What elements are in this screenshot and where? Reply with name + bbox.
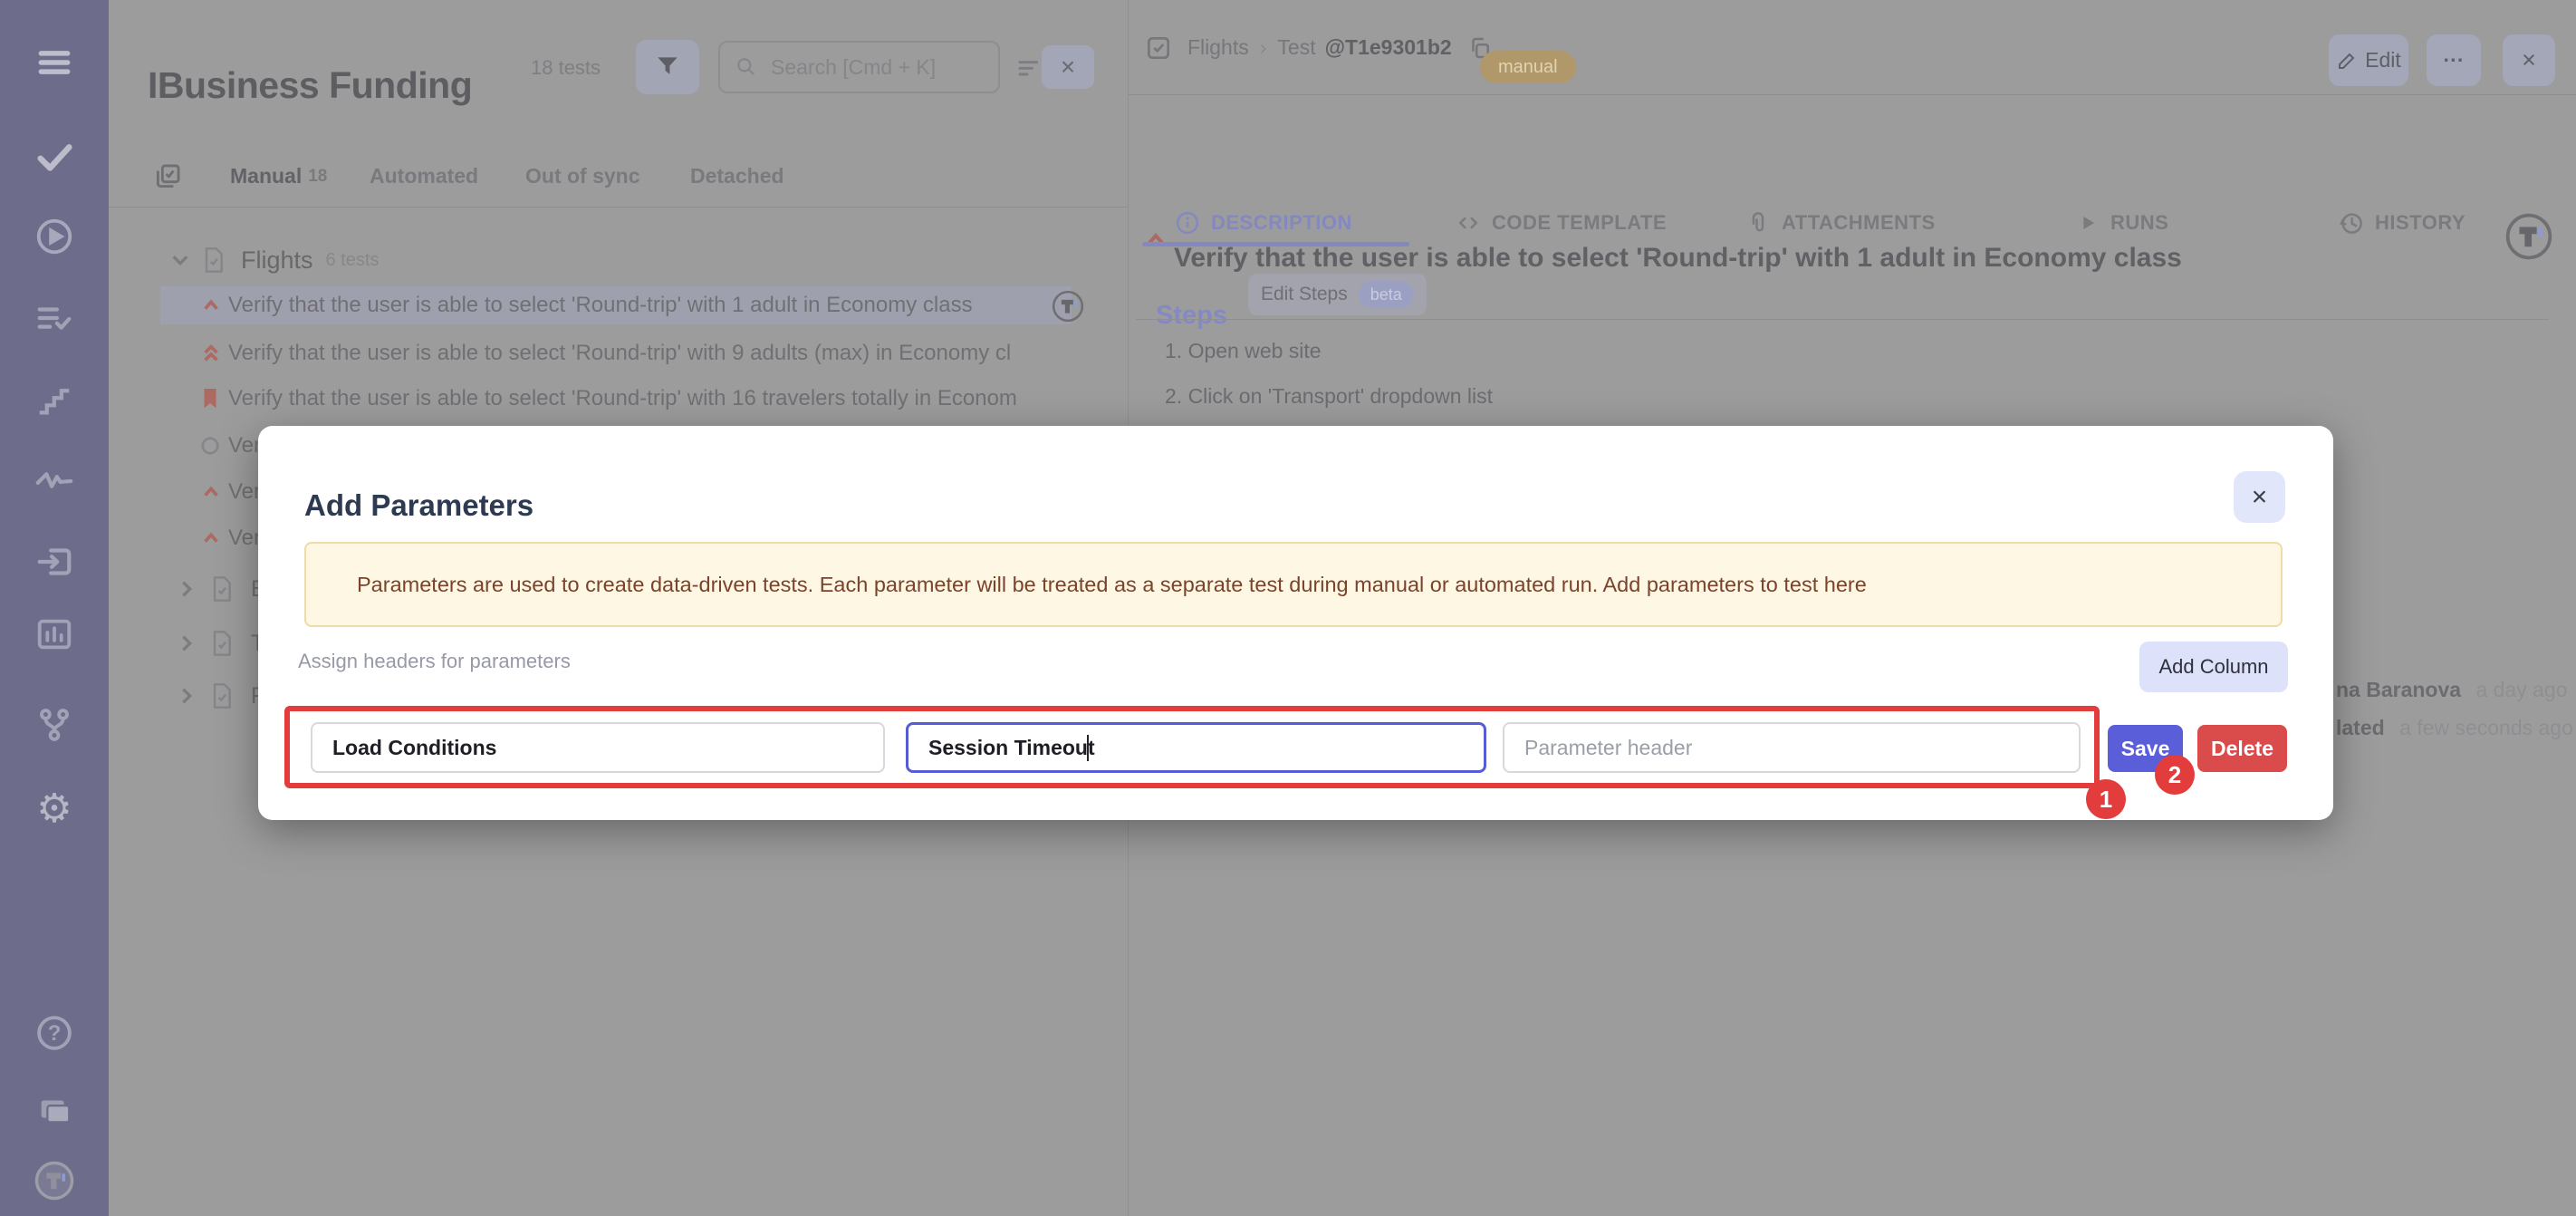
test-title: Verify that the user is able to select '… bbox=[1174, 243, 2442, 274]
chevron-right-icon bbox=[177, 686, 197, 706]
filter-button[interactable] bbox=[636, 40, 699, 94]
analytics-icon[interactable] bbox=[34, 613, 75, 655]
import-box-icon[interactable] bbox=[34, 541, 75, 583]
assign-headers-label: Assign headers for parameters bbox=[298, 650, 571, 673]
folder-count: 6 tests bbox=[326, 250, 380, 271]
tests-check-icon[interactable] bbox=[34, 135, 75, 177]
tree-folder-flights[interactable]: Flights 6 tests bbox=[109, 240, 1128, 280]
testomat-badge-icon bbox=[1051, 289, 1085, 324]
app-screen: ⚙ ? IBusiness Funding 18 tests Search [C… bbox=[0, 0, 2576, 1216]
priority-highest-icon bbox=[201, 342, 221, 365]
pencil-icon bbox=[2336, 50, 2358, 72]
suite-title: IBusiness Funding bbox=[148, 64, 472, 107]
steps-heading: Steps bbox=[1156, 301, 1227, 331]
suite-doc-icon bbox=[207, 574, 236, 603]
status-badge: manual bbox=[1480, 51, 1576, 83]
suite-doc-icon bbox=[207, 629, 236, 658]
funnel-icon bbox=[653, 53, 682, 82]
delete-button[interactable]: Delete bbox=[2197, 725, 2287, 772]
add-column-button[interactable]: Add Column bbox=[2139, 642, 2288, 692]
code-icon bbox=[1455, 209, 1482, 236]
test-check-icon bbox=[1144, 34, 1173, 63]
tab-detached[interactable]: Detached bbox=[690, 145, 784, 207]
run-play-icon[interactable] bbox=[34, 216, 75, 257]
tab-manual-count: 18 bbox=[308, 167, 327, 187]
modal-title: Add Parameters bbox=[304, 488, 533, 523]
sidebar: ⚙ ? bbox=[0, 0, 109, 1216]
close-panel-button[interactable]: × bbox=[2503, 34, 2555, 86]
test-row[interactable]: Verify that the user is able to select '… bbox=[109, 333, 1128, 373]
steps-divider bbox=[1136, 319, 2549, 320]
suite-doc-icon bbox=[207, 681, 236, 710]
clear-filter-button[interactable]: × bbox=[1042, 45, 1094, 89]
annotation-badge-2: 2 bbox=[2155, 755, 2195, 795]
priority-high-icon bbox=[201, 482, 221, 502]
settings-gear-icon[interactable]: ⚙ bbox=[34, 788, 75, 830]
branches-icon[interactable] bbox=[34, 704, 75, 746]
tests-copy-icon bbox=[152, 145, 183, 207]
projects-folders-icon[interactable] bbox=[34, 1089, 75, 1131]
tab-history[interactable]: HISTORY bbox=[2338, 201, 2465, 245]
priority-bookmark-icon bbox=[199, 387, 221, 410]
updated-meta: lated a few seconds ago bbox=[2336, 716, 2573, 740]
author-meta: na Baranova a day ago bbox=[2336, 678, 2567, 702]
suite-tabs: Manual 18 Automated Out of sync Detached bbox=[109, 145, 1128, 207]
annotation-rectangle bbox=[284, 706, 2100, 788]
info-banner: Parameters are used to create data-drive… bbox=[304, 542, 2283, 627]
help-icon[interactable]: ? bbox=[34, 1012, 75, 1054]
run-list-icon[interactable] bbox=[34, 298, 75, 340]
breadcrumb-test: Test bbox=[1277, 35, 1315, 60]
paperclip-icon bbox=[1745, 209, 1772, 236]
test-id: @T1e9301b2 bbox=[1325, 35, 1452, 60]
suite-tests-count: 18 tests bbox=[531, 56, 601, 80]
tab-runs[interactable]: RUNS bbox=[2075, 201, 2168, 245]
chevron-right-icon bbox=[177, 579, 197, 599]
play-icon bbox=[2075, 210, 2100, 236]
folder-label: Flights bbox=[241, 246, 313, 275]
suite-doc-icon bbox=[199, 246, 228, 275]
menu-icon[interactable] bbox=[34, 42, 75, 83]
modal-close-button[interactable]: × bbox=[2234, 471, 2285, 523]
testomat-logo bbox=[34, 1160, 75, 1202]
beta-badge: beta bbox=[1359, 281, 1414, 308]
test-title-row: Verify that the user is able to select '… bbox=[1129, 95, 2576, 186]
chevron-right-icon bbox=[177, 633, 197, 653]
step-item: 1. Open web site bbox=[1165, 339, 1322, 363]
breadcrumb-folder[interactable]: Flights bbox=[1187, 35, 1249, 60]
tab-description[interactable]: DESCRIPTION bbox=[1174, 201, 1352, 245]
breadcrumb: Flights › Test @T1e9301b2 bbox=[1144, 0, 1494, 95]
edit-steps-button[interactable]: Edit Steps beta bbox=[1248, 274, 1427, 315]
active-tab-underline bbox=[1142, 242, 1409, 246]
svg-text:?: ? bbox=[48, 1021, 62, 1046]
info-icon bbox=[1174, 209, 1201, 236]
edit-button[interactable]: Edit bbox=[2329, 34, 2408, 86]
close-icon: × bbox=[2252, 482, 2268, 513]
search-icon bbox=[735, 55, 758, 79]
tab-automated[interactable]: Automated bbox=[370, 145, 478, 207]
priority-normal-icon bbox=[199, 435, 221, 457]
breadcrumb-separator: › bbox=[1260, 35, 1267, 60]
steps-stairs-icon[interactable] bbox=[34, 379, 75, 420]
history-clock-icon bbox=[2338, 209, 2365, 236]
pulse-icon[interactable] bbox=[34, 459, 75, 501]
tab-out-of-sync[interactable]: Out of sync bbox=[525, 145, 640, 207]
tab-manual[interactable]: Manual 18 bbox=[230, 145, 327, 207]
detail-header: Flights › Test @T1e9301b2 manual Edit ··… bbox=[1129, 0, 2576, 95]
test-row[interactable]: Verify that the user is able to select '… bbox=[109, 379, 1128, 419]
test-row-selected[interactable]: Verify that the user is able to select '… bbox=[109, 286, 1128, 324]
priority-high-icon bbox=[201, 295, 221, 315]
step-item: 2. Click on 'Transport' dropdown list bbox=[1165, 384, 1493, 409]
tab-attachments[interactable]: ATTACHMENTS bbox=[1745, 201, 1936, 245]
tab-code-template[interactable]: CODE TEMPLATE bbox=[1455, 201, 1667, 245]
detail-tabs: DESCRIPTION CODE TEMPLATE ATTACHMENTS RU… bbox=[1129, 201, 2576, 245]
more-button[interactable]: ··· bbox=[2427, 34, 2481, 86]
priority-high-icon bbox=[201, 528, 221, 548]
chevron-down-icon bbox=[170, 250, 190, 270]
search-input[interactable]: Search [Cmd + K] bbox=[718, 41, 1000, 93]
search-placeholder: Search [Cmd + K] bbox=[771, 55, 936, 80]
annotation-badge-1: 1 bbox=[2086, 779, 2126, 819]
